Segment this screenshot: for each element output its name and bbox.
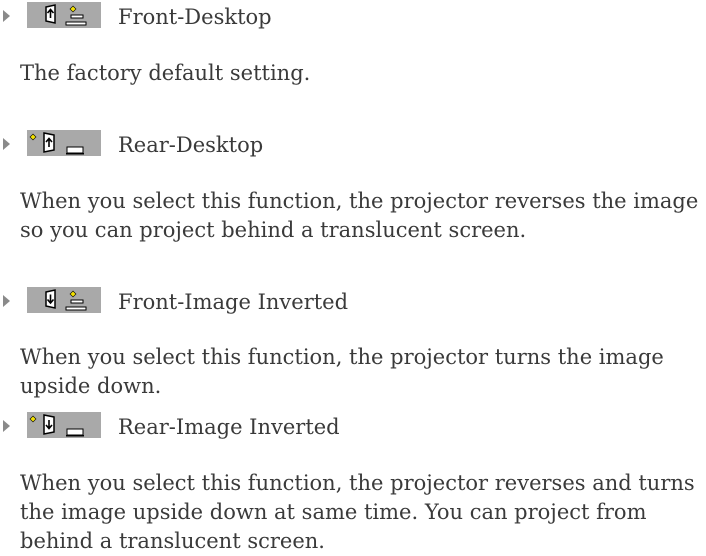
bullet-arrow-icon xyxy=(3,295,10,307)
entry-description: When you select this function, the proje… xyxy=(20,471,695,553)
entry-description: When you select this function, the proje… xyxy=(20,189,699,242)
front-desktop-icon xyxy=(27,2,101,28)
rear-desktop-icon xyxy=(27,130,101,156)
entry-heading: Front-Image Inverted xyxy=(0,287,706,317)
entry-description: The factory default setting. xyxy=(20,61,311,85)
entry-title: Rear-Image Inverted xyxy=(118,415,340,439)
entry-heading: Front-Desktop xyxy=(0,2,706,32)
entry-description: When you select this function, the proje… xyxy=(20,345,664,398)
entry-title: Front-Image Inverted xyxy=(118,290,349,314)
entry-title: Front-Desktop xyxy=(118,5,272,29)
entry-title: Rear-Desktop xyxy=(118,133,264,157)
bullet-arrow-icon xyxy=(3,138,10,150)
front-image-inverted-icon xyxy=(27,287,101,313)
entry-heading: Rear-Image Inverted xyxy=(0,412,706,442)
bullet-arrow-icon xyxy=(3,10,10,22)
entry-heading: Rear-Desktop xyxy=(0,130,706,160)
bullet-arrow-icon xyxy=(3,420,10,432)
rear-image-inverted-icon xyxy=(27,412,101,438)
